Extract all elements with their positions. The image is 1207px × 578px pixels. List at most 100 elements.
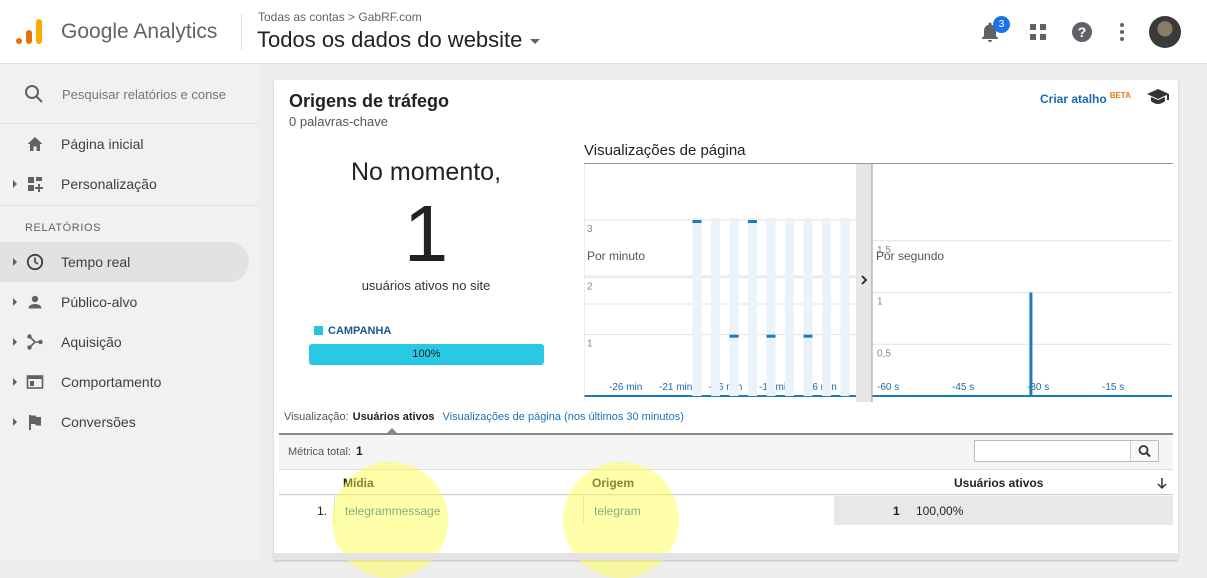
- sidebar-item-label: Conversões: [61, 414, 136, 430]
- search-icon: [1138, 445, 1151, 458]
- report-card: Origens de tráfego 0 palavras-chave Cria…: [274, 80, 1178, 560]
- more-vert-icon[interactable]: [1110, 20, 1134, 44]
- section-label: RELATÓRIOS: [25, 222, 102, 234]
- bar-background: [766, 218, 776, 396]
- behavior-icon: [26, 375, 44, 389]
- y-tick-label: 1,5: [877, 245, 891, 256]
- breadcrumb[interactable]: Todas as contas > GabRF.com: [258, 10, 422, 24]
- account-view-label: Todos os dados do website: [257, 27, 523, 52]
- table-search: [974, 440, 1159, 462]
- bar-background: [729, 218, 739, 396]
- bar-background: [711, 218, 720, 396]
- x-tick-label: -15 s: [1102, 382, 1124, 393]
- caret-down-icon: [530, 38, 541, 44]
- metric-value: 1: [355, 444, 363, 458]
- now-label: No momento,: [350, 158, 502, 186]
- sidebar-item-acquisition[interactable]: Aquisição: [0, 322, 249, 362]
- search-icon[interactable]: [24, 84, 44, 104]
- sidebar-item-label: Tempo real: [61, 254, 131, 270]
- avatar[interactable]: [1149, 16, 1181, 48]
- column-header-active-users[interactable]: Usuários ativos: [954, 476, 1043, 490]
- bar-background: [822, 218, 831, 396]
- y-tick-label: 2: [587, 281, 593, 292]
- expand-arrow-icon: [13, 258, 17, 266]
- bar: [1029, 292, 1033, 396]
- view-label: Visualização:: [284, 411, 349, 423]
- sidebar-item-conversions[interactable]: Conversões: [0, 402, 249, 442]
- y-tick-label: 1: [877, 297, 883, 308]
- tab-pageviews[interactable]: Visualizações de página (nos últimos 30 …: [443, 411, 684, 423]
- legend-swatch: [314, 326, 323, 335]
- analytics-logo-icon[interactable]: [14, 16, 46, 48]
- create-shortcut-link[interactable]: Criar atalho BETA: [1040, 91, 1131, 106]
- active-users-label: usuários ativos no site: [361, 278, 491, 293]
- expand-arrow-icon: [13, 418, 17, 426]
- search-input[interactable]: [62, 84, 230, 104]
- table-header: Mídia Origem Usuários ativos: [279, 469, 1173, 495]
- divider: [583, 496, 584, 525]
- row-index: 1.: [317, 504, 328, 518]
- bar-background: [692, 218, 702, 396]
- page-subtitle: 0 palavras-chave: [289, 114, 388, 129]
- dashboard-plus-icon: [28, 177, 43, 192]
- help-icon[interactable]: ?: [1070, 20, 1094, 44]
- home-icon: [27, 137, 43, 151]
- view-tabs: Visualização: Usuários ativos Visualizaçõe…: [284, 411, 684, 423]
- divider: [0, 205, 258, 206]
- x-tick-label: -26 min: [609, 382, 642, 393]
- svg-text:?: ?: [1078, 24, 1087, 40]
- campaign-progress-bar: 100%: [309, 344, 544, 365]
- pageviews-charts: Por minuto123-26 min -21 min -16 min -11 mi…: [584, 164, 1172, 402]
- flag-icon: [29, 415, 41, 430]
- sidebar-item-audience[interactable]: Público-alvo: [0, 282, 249, 322]
- column-header-medium[interactable]: Mídia: [343, 476, 374, 490]
- x-tick-label: -21 min: [659, 382, 692, 393]
- bar-background: [803, 218, 813, 396]
- expand-arrow-icon: [13, 338, 17, 346]
- y-tick-label: 0,5: [877, 348, 891, 359]
- tab-active-users[interactable]: Usuários ativos: [353, 411, 435, 423]
- sidebar-item-label: Página inicial: [61, 136, 144, 152]
- sidebar-item-realtime[interactable]: Tempo real: [0, 242, 249, 282]
- clock-icon: [26, 253, 44, 271]
- account-view-selector[interactable]: Todos os dados do website: [257, 27, 541, 53]
- brand-name[interactable]: Google Analytics: [61, 20, 217, 44]
- y-tick-label: 1: [587, 339, 593, 350]
- legend-label: CAMPANHA: [328, 325, 392, 337]
- bar-background: [785, 218, 794, 396]
- sort-down-arrow-icon[interactable]: [1156, 477, 1168, 490]
- sidebar: Página inicial Personalização RELATÓRIOS…: [0, 64, 258, 560]
- bar-cap: [766, 334, 776, 338]
- bar-background: [748, 218, 757, 396]
- acquisition-icon: [27, 334, 43, 350]
- sidebar-item-home[interactable]: Página inicial: [0, 124, 249, 164]
- beta-badge: BETA: [1109, 91, 1131, 100]
- sidebar-item-behavior[interactable]: Comportamento: [0, 362, 249, 402]
- table-search-input[interactable]: [977, 443, 1127, 459]
- x-tick-label: -45 s: [952, 382, 974, 393]
- sidebar-item-label: Personalização: [61, 176, 157, 192]
- page-title: Origens de tráfego: [289, 91, 450, 111]
- divider: [334, 496, 335, 525]
- expand-arrow-icon: [13, 180, 17, 188]
- shortcut-label: Criar atalho: [1040, 92, 1107, 106]
- sidebar-item-label: Aquisição: [61, 334, 122, 350]
- expand-arrow-icon: [13, 298, 17, 306]
- data-table: Métrica total: 1 Mídia Origem Usuários at…: [279, 433, 1173, 525]
- source-link[interactable]: telegram: [594, 504, 641, 518]
- table-search-button[interactable]: [1130, 441, 1158, 461]
- apps-grid-icon[interactable]: [1026, 20, 1050, 44]
- sidebar-item-customization[interactable]: Personalização: [0, 164, 249, 204]
- graduation-cap-icon[interactable]: [1146, 86, 1170, 106]
- column-header-source[interactable]: Origem: [592, 476, 634, 490]
- bar-cap: [803, 334, 813, 338]
- active-users-count: 1: [403, 189, 449, 278]
- bar-background: [840, 218, 850, 396]
- sidebar-item-label: Comportamento: [61, 374, 162, 390]
- medium-link[interactable]: telegrammessage: [345, 504, 440, 518]
- notification-badge: 3: [993, 16, 1010, 33]
- top-bar: Google Analytics Todas as contas > GabRF…: [0, 0, 1207, 64]
- divider: [274, 553, 1178, 560]
- pageviews-title: Visualizações de página: [584, 142, 746, 159]
- legend-item: CAMPANHA: [314, 325, 391, 337]
